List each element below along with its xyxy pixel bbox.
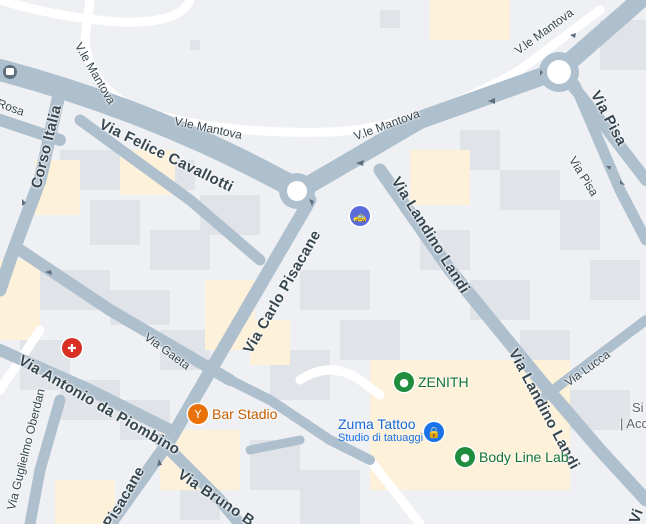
poi-taxi[interactable]: 🚕 bbox=[350, 206, 370, 226]
partial-label-right-edge: Si bbox=[632, 400, 644, 415]
taxi-icon: 🚕 bbox=[350, 206, 370, 226]
poi-zuma-tattoo[interactable]: Zuma Tattoo Studio di tatuaggi bbox=[338, 416, 423, 444]
poi-label-zuma-tattoo: Zuma Tattoo bbox=[338, 416, 416, 432]
shopping-icon: ● bbox=[394, 372, 414, 392]
poi-body-line-lab[interactable]: ● Body Line Lab bbox=[455, 447, 569, 467]
poi-zenith[interactable]: ● ZENITH bbox=[394, 372, 469, 392]
poi-label-bar-stadio: Bar Stadio bbox=[212, 406, 278, 422]
poi-pharmacy[interactable]: ✚ bbox=[62, 338, 82, 358]
pharmacy-icon: ✚ bbox=[62, 338, 82, 358]
poi-zuma-tattoo-pin[interactable]: 🔒 bbox=[424, 422, 444, 442]
transit-marker bbox=[3, 65, 17, 79]
poi-label-zenith: ZENITH bbox=[418, 374, 469, 390]
map-canvas[interactable]: V.le Mantova V.le Mantova V.le Mantova V… bbox=[0, 0, 646, 524]
cocktail-icon: Y bbox=[188, 404, 208, 424]
poi-bar-stadio[interactable]: Y Bar Stadio bbox=[188, 404, 277, 424]
tattoo-shop-icon: 🔒 bbox=[424, 422, 444, 442]
store-icon: ● bbox=[455, 447, 475, 467]
poi-subtitle-zuma-tattoo: Studio di tatuaggi bbox=[338, 432, 424, 444]
partial-label-right-edge: | Acc bbox=[620, 416, 646, 431]
poi-label-body-line-lab: Body Line Lab bbox=[479, 449, 569, 465]
